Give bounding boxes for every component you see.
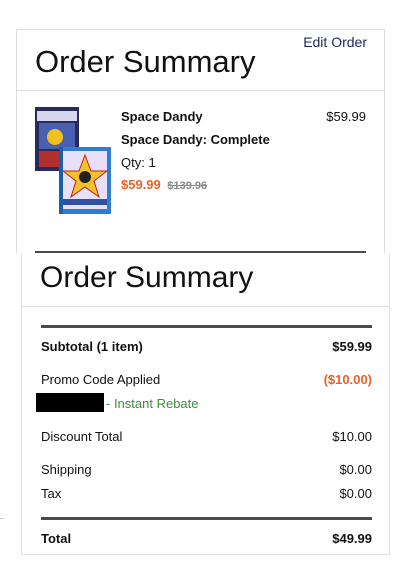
product-full-name: Space Dandy: Complete xyxy=(121,132,270,147)
discount-label: Discount Total xyxy=(41,429,123,444)
order-summary-card-top: Order Summary Edit Order Space Dandy Spa… xyxy=(16,29,385,253)
product-sale-price: $59.99 xyxy=(121,177,161,192)
shipping-label: Shipping xyxy=(41,462,92,477)
promo-value: ($10.00) xyxy=(323,372,372,387)
total-value: $49.99 xyxy=(332,531,372,546)
edit-order-link[interactable]: Edit Order xyxy=(303,34,367,50)
shipping-value: $0.00 xyxy=(339,462,372,477)
order-summary-header: Order Summary Edit Order xyxy=(17,30,384,91)
tax-value: $0.00 xyxy=(339,486,372,501)
subtotal-label: Subtotal (1 item) xyxy=(41,339,143,354)
product-quantity: Qty: 1 xyxy=(121,155,156,170)
product-name[interactable]: Space Dandy xyxy=(121,109,203,124)
page-title: Order Summary xyxy=(35,44,256,79)
discount-value: $10.00 xyxy=(332,429,372,444)
product-list-price: $139.96 xyxy=(167,180,208,192)
order-summary-card: Order Summary Subtotal (1 item) $59.99 P… xyxy=(21,253,390,555)
product-image[interactable] xyxy=(35,107,111,214)
instant-rebate-text: - Instant Rebate xyxy=(106,396,199,411)
total-label: Total xyxy=(41,531,72,546)
redacted-promo-code xyxy=(36,393,104,412)
subtotal-divider xyxy=(41,325,372,328)
product-sale-price-line: $59.99 $139.96 xyxy=(121,177,207,192)
section-title: Order Summary xyxy=(40,261,254,294)
product-line-price: $59.99 xyxy=(326,109,366,124)
promo-label: Promo Code Applied xyxy=(41,372,161,387)
tax-label: Tax xyxy=(41,486,62,501)
edge-divider xyxy=(0,518,4,519)
order-summary-header: Order Summary xyxy=(22,253,389,307)
total-divider xyxy=(41,517,372,520)
subtotal-value: $59.99 xyxy=(332,339,372,354)
